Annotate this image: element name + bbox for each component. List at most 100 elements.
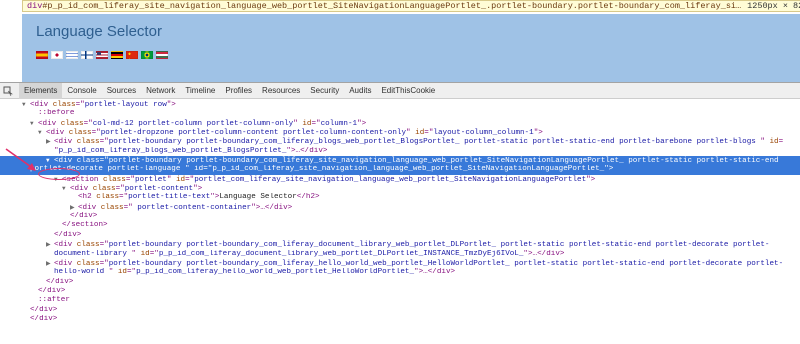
dom-token: "> [533, 129, 543, 138]
dom-token: ">…</div> [523, 249, 565, 258]
dom-node[interactable]: </div> [0, 212, 800, 221]
dom-token: p_p_id_com_liferay_blogs_web_portlet_Blo… [58, 146, 287, 155]
tab-console[interactable]: Console [62, 83, 101, 99]
dom-token: =" [119, 193, 129, 202]
dom-node-selected[interactable]: portlet-decorate portlet-language " id="… [0, 165, 800, 175]
flag-jp-icon[interactable] [51, 51, 63, 59]
dom-token: id [415, 129, 425, 138]
flag-br-icon[interactable] [141, 51, 153, 59]
dom-node[interactable]: ▶ <div class="portlet-boundary portlet-bo… [0, 240, 800, 249]
dom-token: =" [99, 259, 109, 268]
dom-token: id [194, 165, 204, 174]
page-preview: Language Selector div#p_p_id_com_liferay… [0, 0, 800, 82]
expand-triangle-icon[interactable]: ▶ [46, 259, 54, 268]
dom-node[interactable]: ▼ <section class="portlet" id="portlet_co… [0, 175, 800, 184]
tooltip-selector: #p_p_id_com_liferay_site_navigation_lang… [42, 1, 742, 11]
dom-node-selected[interactable]: ▼ <div class="portlet-boundary portlet-bo… [0, 156, 800, 166]
dom-token: p_p_id_com_liferay_document_library_web_… [158, 249, 524, 258]
dom-token: =" [115, 185, 125, 194]
dom-token: </div> [46, 277, 74, 286]
dom-token: portlet [134, 175, 167, 184]
dom-node[interactable]: ▼ <div class="portlet-content"> [0, 184, 800, 193]
dom-token: <div [54, 259, 77, 268]
dom-token: =" [185, 175, 195, 184]
expand-triangle-icon[interactable]: ▶ [46, 240, 54, 249]
portlet-title: Language Selector [36, 23, 162, 40]
dom-token: class [96, 193, 120, 202]
dom-token: </h2> [296, 193, 320, 202]
dom-token: portlet-content-container [132, 203, 252, 212]
dom-token: </div> [30, 314, 58, 323]
dom-token: =" [99, 138, 109, 147]
tab-security[interactable]: Security [305, 83, 344, 99]
tab-profiles[interactable]: Profiles [220, 83, 257, 99]
dom-token: portlet-content [124, 185, 194, 194]
flag-us-icon[interactable] [96, 51, 108, 59]
dom-token: =" [311, 119, 321, 128]
devtools-panel: Elements Console Sources Network Timeline Pro… [0, 82, 800, 344]
flag-hu-icon[interactable] [156, 51, 168, 59]
dom-node[interactable]: <h2 class="portlet-title-text">Language … [0, 193, 800, 202]
dom-node[interactable]: ▶ <div class=" portlet-content-container"… [0, 203, 800, 212]
dom-node[interactable]: ▶ <div class="portlet-boundary portlet-bo… [0, 137, 800, 146]
dom-node[interactable]: </div> [0, 278, 800, 287]
dom-token: =" [99, 241, 109, 250]
annotation-arrow [5, 148, 36, 171]
dom-node[interactable]: </div> [0, 306, 800, 315]
dom-token: "> [193, 185, 203, 194]
dom-token: id [117, 268, 127, 277]
dom-token: </div> [30, 305, 58, 314]
dom-token: =" [83, 119, 93, 128]
dom-token: class [103, 175, 126, 184]
dom-token: =" [126, 268, 137, 277]
dom-token: p_p_id_com_liferay_site_navigation_langu… [212, 165, 605, 174]
tab-audits[interactable]: Audits [344, 83, 376, 99]
dom-token: ::after [38, 296, 70, 305]
dom-node[interactable]: document-library " id="p_p_id_com_lifera… [0, 250, 800, 259]
dom-node[interactable]: </div> [0, 231, 800, 240]
dom-token: "> [357, 119, 367, 128]
dom-token: =" [125, 175, 135, 184]
dom-token: </div> [70, 212, 98, 221]
dom-token: portlet-layout row [84, 101, 167, 109]
expand-triangle-icon[interactable]: ▶ [70, 203, 78, 212]
dom-node[interactable]: ▼ <div class="col-md-12 portlet-column po… [0, 119, 800, 128]
flag-cn-icon[interactable] [126, 51, 138, 59]
dom-token: class [76, 241, 100, 250]
dom-token: id [140, 249, 150, 258]
dom-token: class [100, 203, 124, 212]
dom-node[interactable]: ▼ <div class="portlet-dropzone portlet-co… [0, 128, 800, 137]
flag-fi-icon[interactable] [81, 51, 93, 59]
dom-token: " [166, 175, 176, 184]
dom-token: class [76, 138, 100, 147]
dom-node[interactable]: ::before [0, 109, 800, 118]
dom-token: <div [54, 241, 77, 250]
dom-token: " [184, 165, 195, 174]
flag-es-icon[interactable] [36, 51, 48, 59]
dom-token: "> [604, 165, 614, 174]
collapse-triangle-icon[interactable]: ▼ [62, 184, 70, 193]
dom-token: col-md-12 portlet-column portlet-column-… [92, 119, 294, 128]
dom-token: ">…</div> [286, 146, 328, 155]
dom-tree: ▼ <div class="portlet-layout row">::befor… [0, 100, 800, 324]
dom-node[interactable]: ::after [0, 296, 800, 305]
dom-node[interactable]: ▶ <div class="portlet-boundary portlet-bo… [0, 259, 800, 268]
dom-token: =" [91, 129, 101, 138]
tab-resources[interactable]: Resources [257, 83, 305, 99]
flag-il-icon[interactable] [66, 51, 78, 59]
tab-timeline[interactable]: Timeline [180, 83, 220, 99]
dom-node[interactable]: "p_p_id_com_liferay_blogs_web_portlet_Bl… [0, 147, 800, 156]
dom-node[interactable]: </div> [0, 287, 800, 296]
dom-node[interactable]: </section> [0, 221, 800, 230]
tab-network[interactable]: Network [141, 83, 180, 99]
dom-node[interactable]: hello-world " id="p_p_id_com_liferay_hel… [0, 268, 800, 277]
dom-node[interactable]: ▼ <div class="portlet-layout row"> [0, 100, 800, 109]
tab-editthiscookie[interactable]: EditThisCookie [376, 83, 440, 99]
dom-token: portlet-dropzone portlet-column-content … [100, 129, 407, 138]
dom-token: <div [70, 185, 93, 194]
dom-node[interactable]: </div> [0, 315, 800, 324]
dom-token: =" [75, 101, 85, 109]
dom-token: id [175, 175, 186, 184]
flag-de-icon[interactable] [111, 51, 123, 59]
tab-sources[interactable]: Sources [102, 83, 141, 99]
